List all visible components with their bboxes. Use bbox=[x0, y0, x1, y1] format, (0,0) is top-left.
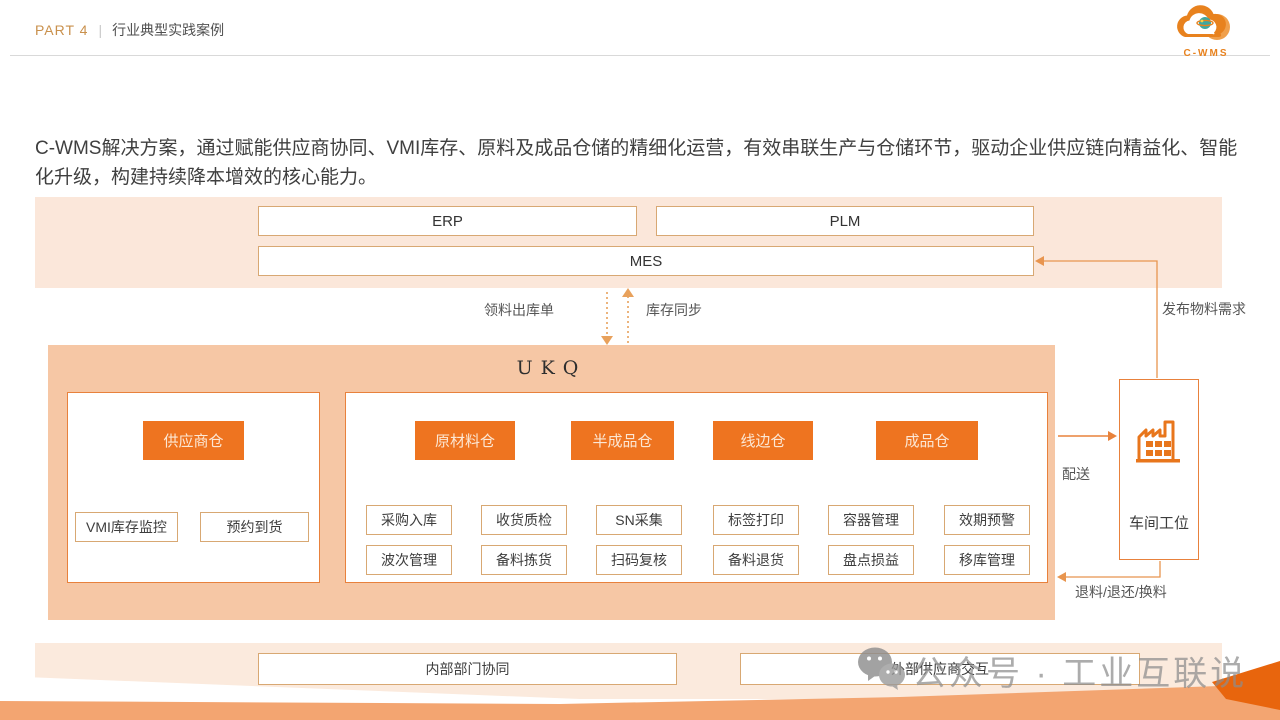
module-inventory-pnl: 盘点损益 bbox=[828, 545, 914, 575]
internal-collaboration-box: 内部部门协同 bbox=[258, 653, 677, 685]
flow-label-sync: 库存同步 bbox=[646, 300, 702, 320]
module-material-picking: 备料拣货 bbox=[481, 545, 567, 575]
erp-box: ERP bbox=[258, 206, 637, 236]
workshop-station-label: 车间工位 bbox=[1120, 512, 1198, 533]
flow-label-publish: 发布物料需求 bbox=[1162, 299, 1246, 321]
module-transfer-mgmt: 移库管理 bbox=[944, 545, 1030, 575]
module-expiry-warning: 效期预警 bbox=[944, 505, 1030, 535]
module-appointment-arrival: 预约到货 bbox=[200, 512, 309, 542]
intro-text: C-WMS解决方案，通过赋能供应商协同、VMI库存、原料及成品仓储的精细化运营，… bbox=[35, 134, 1249, 193]
watermark-text: 公众号 · 工业互联说 bbox=[912, 646, 1247, 695]
header-divider: | bbox=[98, 22, 102, 38]
module-sn-collection: SN采集 bbox=[596, 505, 682, 535]
module-container-mgmt: 容器管理 bbox=[828, 505, 914, 535]
slide: PART 4 | 行业典型实践案例 C-WMS C-WMS解决方案，通过赋能供应… bbox=[0, 0, 1280, 720]
brand-logo: C-WMS bbox=[1168, 3, 1244, 59]
cloud-logo-icon bbox=[1171, 32, 1241, 49]
supplier-panel: 供应商仓 VMI库存监控 预约到货 bbox=[67, 392, 320, 583]
ukq-container: UKQ 供应商仓 VMI库存监控 预约到货 原材料仓 半成品仓 线边仓 成品仓 … bbox=[48, 345, 1055, 620]
finished-goods-warehouse-button: 成品仓 bbox=[876, 421, 978, 460]
page-title: 行业典型实践案例 bbox=[112, 20, 224, 40]
module-material-return: 备料退货 bbox=[713, 545, 799, 575]
module-vmi-monitor: VMI库存监控 bbox=[75, 512, 178, 542]
module-receiving-qc: 收货质检 bbox=[481, 505, 567, 535]
systems-band: ERP PLM MES bbox=[35, 197, 1222, 288]
flow-label-outbound: 领料出库单 bbox=[484, 300, 554, 320]
semi-finished-warehouse-button: 半成品仓 bbox=[571, 421, 674, 460]
mes-box: MES bbox=[258, 246, 1034, 276]
header-part-label: PART 4 bbox=[35, 22, 88, 38]
flow-label-delivery: 配送 bbox=[1062, 464, 1090, 484]
line-side-warehouse-button: 线边仓 bbox=[713, 421, 813, 460]
workshop-station-box: 车间工位 bbox=[1119, 379, 1199, 560]
ukq-title: UKQ bbox=[48, 357, 1055, 379]
module-purchase-inbound: 采购入库 bbox=[366, 505, 452, 535]
brand-name: C-WMS bbox=[1168, 48, 1244, 59]
raw-material-warehouse-button: 原材料仓 bbox=[415, 421, 515, 460]
header: PART 4 | 行业典型实践案例 bbox=[35, 20, 224, 40]
wechat-icon bbox=[856, 646, 906, 697]
flow-label-returns: 退料/退还/换料 bbox=[1075, 582, 1167, 602]
module-label-printing: 标签打印 bbox=[713, 505, 799, 535]
module-scan-verify: 扫码复核 bbox=[596, 545, 682, 575]
supplier-warehouse-button: 供应商仓 bbox=[143, 421, 244, 460]
factory-icon bbox=[1134, 418, 1184, 471]
warehouse-panel: 原材料仓 半成品仓 线边仓 成品仓 采购入库 收货质检 SN采集 标签打印 容器… bbox=[345, 392, 1048, 583]
header-rule bbox=[10, 55, 1270, 56]
plm-box: PLM bbox=[656, 206, 1034, 236]
module-wave-mgmt: 波次管理 bbox=[366, 545, 452, 575]
